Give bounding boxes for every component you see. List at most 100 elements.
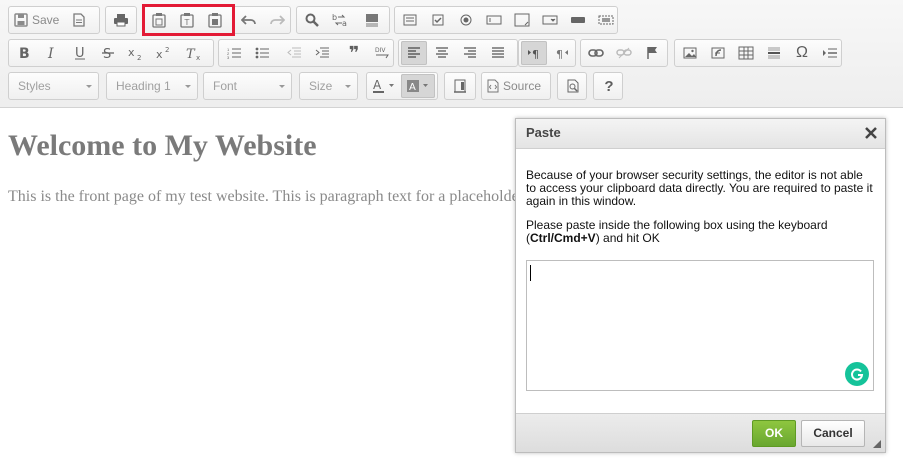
underline-button[interactable]: U — [67, 41, 93, 65]
redo-icon — [270, 15, 285, 25]
strikethrough-icon: S — [102, 47, 114, 60]
paste-textarea[interactable] — [526, 260, 874, 391]
bulleted-list-button[interactable] — [249, 41, 275, 65]
text-field-icon — [486, 15, 502, 25]
format-combo[interactable]: Heading 1 — [106, 72, 198, 100]
font-combo[interactable]: Font — [203, 72, 292, 100]
indent-button[interactable] — [309, 41, 335, 65]
text-rtl-button[interactable]: ¶ — [549, 41, 575, 65]
colors-group: A A — [366, 72, 438, 100]
svg-text:¶: ¶ — [556, 48, 563, 59]
dialog-footer: OK Cancel — [516, 413, 885, 452]
strike-button[interactable]: S — [95, 41, 121, 65]
help-button[interactable]: ? — [596, 74, 622, 98]
forms-group — [394, 6, 618, 34]
page-break-button[interactable] — [817, 41, 843, 65]
italic-button[interactable]: I — [39, 41, 65, 65]
close-icon[interactable] — [864, 126, 878, 140]
table-button[interactable] — [733, 41, 759, 65]
editor-toolbar: Save T ba B I U x 2 x 2 T x 1 2 3 ❞ DIV … — [0, 0, 903, 108]
text-color-icon: A — [373, 78, 394, 93]
bulleted-list-icon — [255, 47, 269, 59]
replace-button[interactable]: ba — [327, 8, 353, 32]
size-combo[interactable]: Size — [299, 72, 358, 100]
resize-handle-icon[interactable] — [873, 440, 881, 448]
bg-color-button[interactable]: A — [401, 74, 435, 98]
remove-format-button[interactable]: Tx — [181, 41, 207, 65]
insert-group: Ω — [674, 39, 842, 67]
justify-button[interactable] — [485, 41, 511, 65]
link-button[interactable] — [583, 41, 609, 65]
outdent-icon — [287, 47, 301, 58]
bold-icon: B — [19, 46, 30, 60]
button-field-button[interactable] — [565, 8, 591, 32]
hidden-field-icon — [598, 15, 614, 25]
new-page-icon — [73, 13, 86, 27]
align-left-icon — [408, 47, 420, 58]
ok-button[interactable]: OK — [752, 420, 796, 447]
select-all-button[interactable] — [359, 8, 385, 32]
format-combo-label: Heading 1 — [116, 79, 171, 93]
dialog-message: Because of your browser security setting… — [526, 168, 873, 208]
find-button[interactable] — [299, 8, 325, 32]
flash-button[interactable] — [705, 41, 731, 65]
select-field-button[interactable] — [537, 8, 563, 32]
styles-combo-label: Styles — [18, 79, 51, 93]
hidden-field-button[interactable] — [593, 8, 619, 32]
basic-styles-group: B I U S x2 x2 Tx — [8, 39, 214, 67]
checkbox-button[interactable] — [425, 8, 451, 32]
align-right-button[interactable] — [457, 41, 483, 65]
page-break-icon — [823, 48, 837, 58]
rtl-icon: ¶ — [556, 48, 568, 59]
justify-icon — [492, 47, 504, 58]
horizontal-line-button[interactable] — [761, 41, 787, 65]
align-center-button[interactable] — [429, 41, 455, 65]
svg-text:x: x — [156, 48, 163, 60]
align-left-button[interactable] — [401, 41, 427, 65]
new-page-button[interactable] — [66, 8, 92, 32]
anchor-button[interactable] — [639, 41, 665, 65]
text-ltr-button[interactable]: ¶ — [521, 41, 547, 65]
preview-button[interactable] — [560, 74, 586, 98]
text-field-button[interactable] — [481, 8, 507, 32]
save-button[interactable]: Save — [11, 8, 62, 32]
redo-button[interactable] — [264, 8, 290, 32]
print-button[interactable] — [108, 8, 134, 32]
preview-icon — [567, 79, 579, 93]
omega-icon: Ω — [796, 44, 808, 61]
outdent-button[interactable] — [281, 41, 307, 65]
svg-text:a: a — [342, 19, 347, 27]
subscript-button[interactable]: x2 — [123, 41, 149, 65]
special-char-button[interactable]: Ω — [789, 41, 815, 65]
blockquote-button[interactable]: ❞ — [341, 41, 367, 65]
unlink-button[interactable] — [611, 41, 637, 65]
superscript-button[interactable]: x2 — [151, 41, 177, 65]
cancel-button[interactable]: Cancel — [801, 420, 865, 447]
size-combo-label: Size — [309, 79, 333, 93]
grammarly-icon[interactable] — [845, 362, 869, 386]
svg-text:3: 3 — [227, 55, 230, 59]
save-label: Save — [32, 13, 60, 27]
text-color-button[interactable]: A — [367, 74, 401, 98]
svg-text:U: U — [75, 46, 85, 60]
dialog-title: Paste — [526, 125, 561, 140]
create-div-button[interactable]: DIV — [369, 41, 395, 65]
form-icon — [403, 14, 417, 26]
styles-combo[interactable]: Styles — [8, 72, 99, 100]
source-button[interactable]: Source — [484, 74, 544, 98]
image-button[interactable] — [677, 41, 703, 65]
bold-button[interactable]: B — [11, 41, 37, 65]
numbered-list-button[interactable]: 123 — [221, 41, 247, 65]
background-color-icon: A — [407, 80, 428, 93]
highlight-box — [142, 4, 235, 36]
flag-icon — [647, 47, 657, 59]
show-blocks-button[interactable] — [447, 74, 473, 98]
undo-button[interactable] — [236, 8, 262, 32]
svg-text:T: T — [186, 47, 196, 60]
links-group — [580, 39, 668, 67]
maximize-group — [444, 72, 476, 100]
radio-button[interactable] — [453, 8, 479, 32]
form-button[interactable] — [397, 8, 423, 32]
svg-text:2: 2 — [165, 46, 169, 54]
textarea-button[interactable] — [509, 8, 535, 32]
